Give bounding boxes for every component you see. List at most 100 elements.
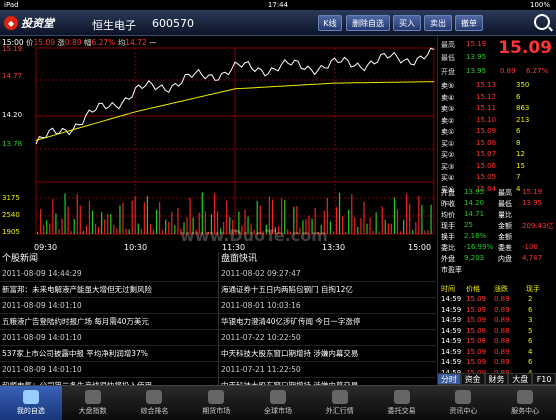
nav-futures[interactable]: 期货市场 [185,386,247,420]
tick-row: 14:59 15.09 0.89 6 [438,358,556,368]
nav-market-index[interactable]: 大盘指数 [62,386,124,420]
level-label: 买③ [441,162,455,171]
intraday-chart[interactable]: 15:00 价15.09 涨0.89 幅6.27% 均14.72 — 15.19… [0,36,436,252]
watermark: www.DuoTe.com [180,226,328,245]
stat-row: 昨收 14.20 最低 13.95 [438,199,556,209]
volume-bar [55,213,57,234]
market-flash: 盘面快讯 2011-08-02 09:27:47 海通证券十五日内两陷包钢门 自掏… [218,252,436,394]
volume-bar [49,223,51,234]
price-label-low: 13.78 [2,140,23,148]
volume-bar [104,219,106,234]
level-volume: 213 [516,115,530,124]
volume-bar [168,221,170,234]
tab-capital[interactable]: 资金 [460,373,485,385]
level-price: 15.09 [476,127,497,135]
tab-index[interactable]: 大盘 [508,373,533,385]
volume-bar [107,214,109,234]
level-volume: 863 [516,104,530,112]
volume-bar [116,228,118,234]
tab-f10[interactable]: F10 [532,373,556,385]
volume-bar [412,230,414,234]
volume-bar [88,201,91,234]
nav-ranking[interactable]: 综合排名 [124,386,186,420]
news-headline[interactable]: 537家上市公司披露中报 平均净利润增37% [0,346,218,362]
volume-bar [61,218,63,234]
tick-time: 14:59 [441,347,462,356]
stat-row: 市盈率 [438,265,556,275]
nav-global[interactable]: 全球市场 [247,386,309,420]
news-headline[interactable]: 中天科技大股东窗口期增持 涉嫌内幕交易 [219,346,436,362]
tab-timeshare[interactable]: 分时 [437,373,461,385]
volume-bar [418,196,420,234]
volume-bar [37,232,39,234]
stat-value: 4,747 [522,254,543,262]
tick-price: 15.08 [466,337,487,345]
volume-bar [393,197,396,234]
volume-bar [149,224,152,234]
stat-value: 14.71 [464,210,485,218]
level-volume: 12 [516,150,525,158]
nav-trading[interactable]: 委托交易 [371,386,433,420]
cancel-order-button[interactable]: 撤单 [455,15,483,31]
tick-change: 0.89 [494,305,510,314]
volume-bar [131,200,133,234]
stat-label: 外盘 [441,255,455,263]
buy-button[interactable]: 买入 [393,15,421,31]
news-headline[interactable]: 海通证券十五日内两陷包钢门 自掏12亿 [219,282,436,298]
volume-bar [421,204,423,234]
tick-head-label: 价格 [466,285,480,293]
volume-bar [98,227,100,234]
volume-bar [155,209,158,234]
volume-bar [152,229,155,234]
stat-label: 金额 [498,222,512,230]
volume-bar [396,209,399,234]
volume-bar [40,209,42,234]
news-headline[interactable]: 华银电力澄清40亿涉矿传闻 今日一字涨停 [219,314,436,330]
stat-label: 量比 [498,211,512,219]
level-label: 卖④ [441,93,455,102]
stat-value: 13.95 [464,188,485,196]
stat-row: 均价 14.71 量比 [438,210,556,220]
stock-code: 600570 [152,17,194,30]
globe-icon [270,390,287,404]
volume-bar [143,202,145,234]
volume-bar [82,230,84,234]
volume-bar [162,230,164,234]
volume-bar [329,221,331,234]
nav-service[interactable]: 服务中心 [494,386,556,420]
stat-value: 15.19 [522,188,543,196]
volume-bar [348,209,350,234]
volume-bar [390,223,392,234]
tick-change: 0.88 [494,337,510,345]
volume-bar [338,192,341,234]
news-headline[interactable]: 新富邦：未来电解液产能虽大增但无过剩风险 [0,282,218,298]
news-headline[interactable]: 五粮液广告登陆约时报广场 每月需40万美元 [0,314,218,330]
open-row: 开盘 13.95 0.89 6.27% [441,67,549,76]
volume-bar [110,214,112,234]
kline-button[interactable]: K线 [318,15,342,31]
volume-bar [406,193,408,234]
volume-bar [357,226,359,234]
nav-forex[interactable]: 外汇行情 [309,386,371,420]
remove-favorite-button[interactable]: 删除自选 [346,15,390,31]
nav-news[interactable]: 资讯中心 [432,386,494,420]
volume-bar [119,205,121,234]
sell-button[interactable]: 卖出 [424,15,452,31]
nav-my-favorites[interactable]: 我的自选 [0,386,62,420]
stock-news: 个股新闻 2011-08-09 14:44:29 新富邦：未来电解液产能虽大增但无… [0,252,218,394]
stat-label: 换手 [441,233,455,241]
volume-bar [360,218,362,234]
search-icon[interactable] [534,14,550,30]
volume-bar [76,194,78,234]
volume-bar [94,223,97,234]
volume-bar [366,223,368,234]
market-flash-title: 盘面快讯 [221,254,258,264]
tab-finance[interactable]: 财务 [484,373,509,385]
bid-row: 买③ 15.06 15 [438,162,556,172]
level-price: 15.10 [476,115,497,124]
stat-value: 9,203 [464,254,485,262]
level-price: 15.11 [476,104,497,112]
volume-bar [369,217,371,234]
volume-bar [430,204,432,234]
tick-row: 14:59 15.09 0.89 2 [438,295,556,305]
